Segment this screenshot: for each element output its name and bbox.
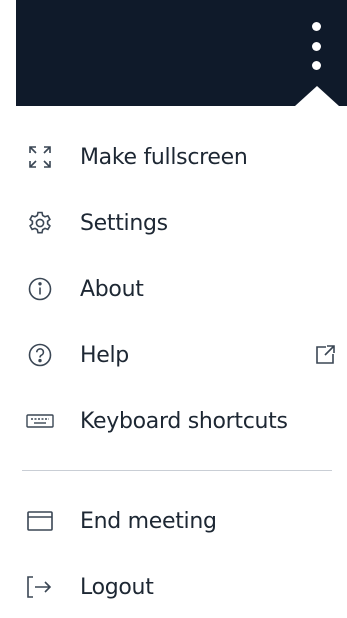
help-icon — [26, 341, 54, 369]
menu-item-label: Make fullscreen — [80, 144, 248, 170]
options-dropdown-menu: Make fullscreen Settings About Help Keyb… — [16, 106, 347, 618]
fullscreen-icon — [26, 143, 54, 171]
external-link-icon — [313, 343, 337, 367]
menu-item-label: Logout — [80, 574, 154, 600]
info-icon — [26, 275, 54, 303]
menu-item-label: Settings — [80, 210, 168, 236]
kebab-dot-icon — [311, 41, 321, 51]
menu-item-label: About — [80, 276, 144, 302]
menu-item-about[interactable]: About — [16, 256, 347, 322]
menu-divider — [22, 470, 332, 471]
options-menu-screen: Make fullscreen Settings About Help Keyb… — [0, 0, 347, 618]
kebab-dot-icon — [311, 61, 321, 70]
kebab-dot-icon — [311, 22, 321, 31]
gear-icon — [26, 209, 54, 237]
menu-item-logout[interactable]: Logout — [16, 554, 347, 618]
menu-item-end-meeting[interactable]: End meeting — [16, 488, 347, 554]
menu-item-help[interactable]: Help — [16, 322, 347, 388]
menu-item-make-fullscreen[interactable]: Make fullscreen — [16, 124, 347, 190]
menu-item-label: End meeting — [80, 508, 217, 534]
menu-item-label: Help — [80, 342, 129, 368]
window-icon — [26, 507, 54, 535]
menu-item-settings[interactable]: Settings — [16, 190, 347, 256]
keyboard-icon — [26, 407, 54, 435]
menu-pointer — [295, 86, 339, 106]
menu-item-label: Keyboard shortcuts — [80, 408, 288, 434]
menu-item-keyboard-shortcuts[interactable]: Keyboard shortcuts — [16, 388, 347, 454]
logout-icon — [26, 573, 54, 601]
more-options-button[interactable] — [309, 22, 323, 70]
